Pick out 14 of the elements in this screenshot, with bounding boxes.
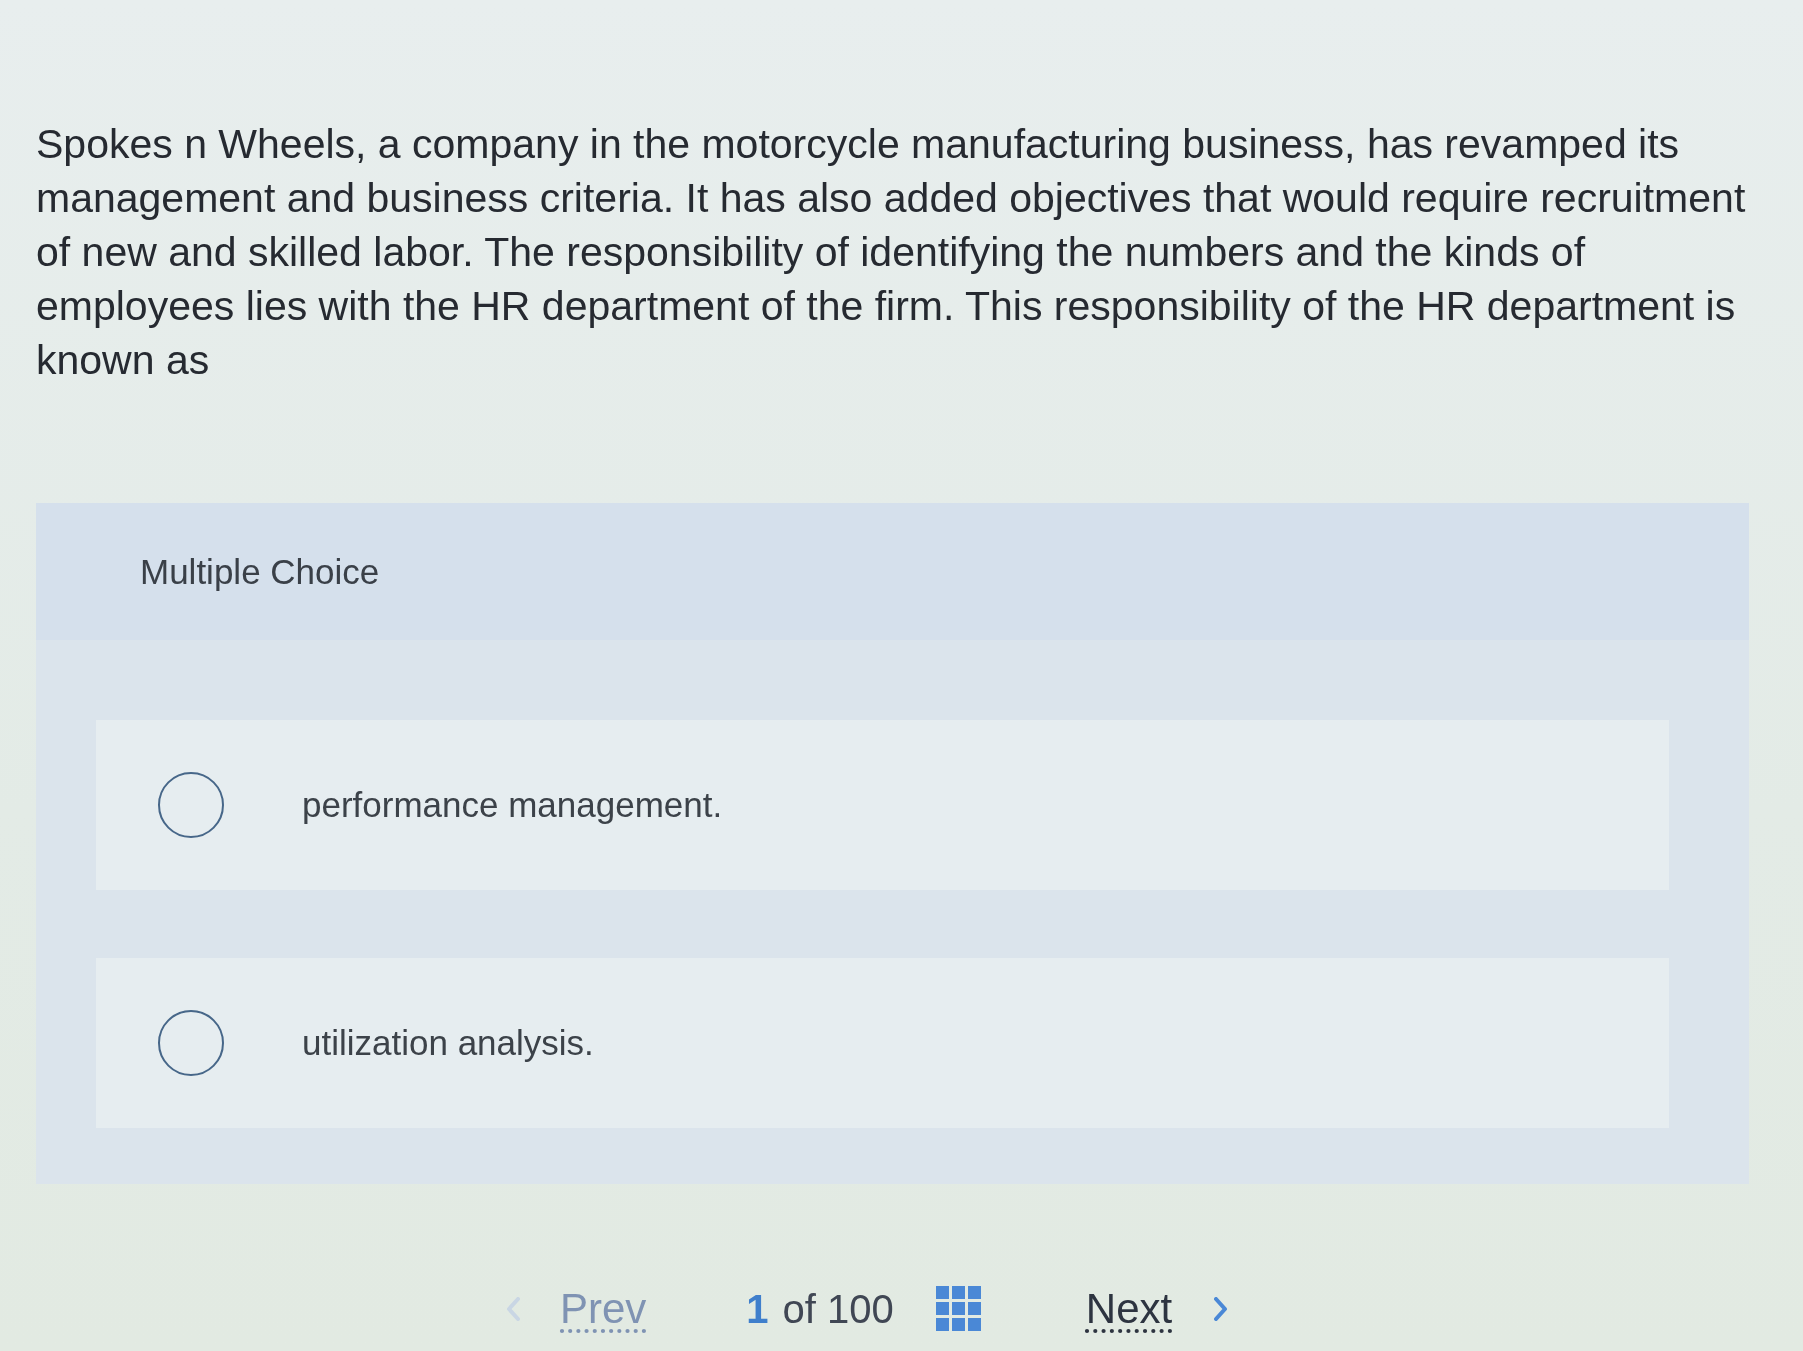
chevron-left-icon bbox=[506, 1297, 520, 1321]
page-number: 1 bbox=[746, 1286, 769, 1332]
radio-button[interactable] bbox=[158, 772, 224, 838]
option-label: performance management. bbox=[302, 785, 723, 825]
question-text: Spokes n Wheels, a company in the motorcycle manufacturing business, has revamped its management and business criteria. It has also added objectives that would require recruitment of new and skilled labor. The responsibility of identifying the numbers and the kinds of employees lies with the HR department of the firm. This responsibility of the HR department is known as bbox=[36, 120, 1747, 385]
next-button[interactable]: Next bbox=[1085, 1285, 1229, 1333]
answer-option[interactable]: performance management. bbox=[96, 720, 1669, 890]
option-label: utilization analysis. bbox=[302, 1023, 594, 1063]
answer-option[interactable]: utilization analysis. bbox=[96, 958, 1669, 1128]
radio-button[interactable] bbox=[158, 1010, 224, 1076]
chevron-right-icon bbox=[1214, 1297, 1229, 1321]
grid-icon[interactable] bbox=[935, 1286, 982, 1332]
page-total: of 100 bbox=[782, 1286, 894, 1332]
question-type-label: Multiple Choice bbox=[140, 551, 380, 592]
